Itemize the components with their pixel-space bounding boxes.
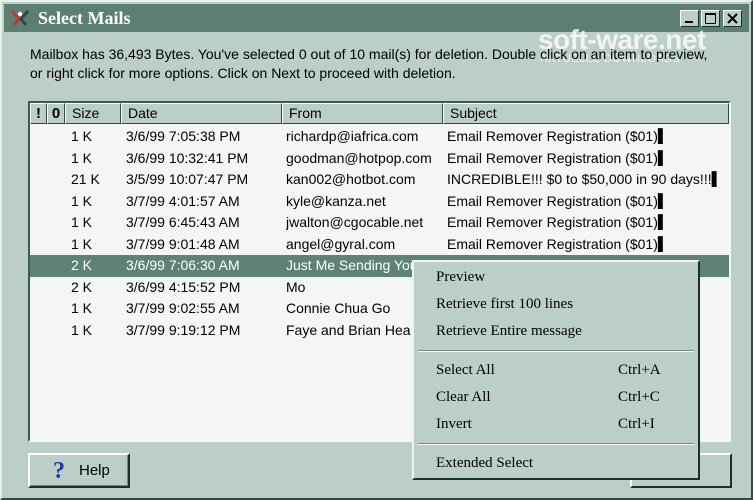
mail-row[interactable]: 1 K 3/6/99 7:05:38 PM richardp@iafrica.c… [30,126,729,148]
window-title: Select Mails [38,8,131,28]
mail-row[interactable]: 1 K 3/7/99 9:01:48 AM angel@gyral.com Em… [30,234,729,256]
mail-size: 1 K [71,321,93,338]
mail-date: 3/5/99 10:07:47 PM [126,171,249,187]
mail-subject: Email Remover Registration ($01)▌ [447,128,668,144]
close-icon [727,13,738,24]
mail-subject: Email Remover Registration ($01)▌ [447,149,668,166]
mail-subject: Email Remover Registration ($01)▌ [447,235,668,252]
mail-from: richardp@iafrica.com [286,128,419,144]
column-header-flag[interactable]: ! [30,103,47,124]
mail-size: 1 K [71,192,93,209]
mail-from: angel@gyral.com [286,235,396,252]
app-icon [10,10,30,26]
column-header-from[interactable]: From [282,103,443,124]
column-header-size[interactable]: Size [65,103,121,124]
mail-row[interactable]: 21 K 3/5/99 10:07:47 PM kan002@hotbot.co… [30,169,729,191]
mail-row[interactable]: 1 K 3/6/99 10:32:41 PM goodman@hotpop.co… [30,148,729,170]
menu-shortcut-invert: Ctrl+I [618,416,655,432]
select-mails-window: Select Mails soft-ware.net AKTUELLE DOWN… [0,0,753,500]
mail-subject: INCREDIBLE!!! $0 to $50,000 in 90 days!!… [447,171,722,187]
mail-date: 3/7/99 9:19:12 PM [126,321,241,338]
mail-date: 3/6/99 4:15:52 PM [126,278,241,295]
column-header-subject[interactable]: Subject [443,103,729,124]
menu-item-invert[interactable]: Invert [436,416,472,433]
mail-date: 3/7/99 9:02:55 AM [126,300,240,316]
mail-size: 1 K [71,149,93,166]
instructions-text: Mailbox has 36,493 Bytes. You've selecte… [30,45,745,83]
mail-date: 3/7/99 4:01:57 AM [126,192,240,209]
menu-shortcut-select-all: Ctrl+A [618,362,661,378]
mail-from: goodman@hotpop.com [286,149,432,166]
mail-date: 3/6/99 7:05:38 PM [126,128,241,144]
mail-from: jwalton@cgocable.net [286,214,424,230]
menu-shortcut-clear-all: Ctrl+C [618,389,660,405]
mail-row[interactable]: 1 K 3/7/99 6:45:43 AM jwalton@cgocable.n… [30,212,729,234]
instructions-line-2: or right click for more options. Click o… [30,65,456,81]
mail-from: kan002@hotbot.com [286,171,416,187]
menu-item-select-all[interactable]: Select All [436,362,495,379]
help-button-label: Help [79,462,110,479]
column-header-attachment[interactable]: 0 [47,103,65,124]
mail-size: 1 K [71,300,93,316]
menu-item-extended-select[interactable]: Extended Select [436,455,533,472]
question-mark-icon: ? [53,458,65,484]
mail-subject: Email Remover Registration ($01)▌ [447,214,668,230]
mail-date: 3/7/99 6:45:43 AM [126,214,240,230]
menu-separator [418,443,694,445]
mail-date: 3/6/99 7:06:30 AM [126,257,240,273]
column-header-date[interactable]: Date [121,103,282,124]
mail-size: 2 K [71,257,93,273]
menu-item-clear-all[interactable]: Clear All [436,389,491,406]
menu-item-preview[interactable]: Preview [436,269,485,286]
mail-from: kyle@kanza.net [286,192,386,209]
mail-size: 1 K [71,214,93,230]
mail-size: 1 K [71,128,93,144]
close-button[interactable] [723,10,742,27]
mail-subject: Email Remover Registration ($01)▌ [447,192,668,209]
mail-size: 21 K [71,171,100,187]
menu-separator [418,350,694,352]
mail-size: 2 K [71,278,93,295]
context-menu: Preview Retrieve first 100 lines Retriev… [412,260,700,480]
menu-item-retrieve-entire-message[interactable]: Retrieve Entire message [436,323,582,340]
instructions-line-1: Mailbox has 36,493 Bytes. You've selecte… [30,46,708,62]
mail-date: 3/7/99 9:01:48 AM [126,235,240,252]
mail-date: 3/6/99 10:32:41 PM [126,149,249,166]
mail-size: 1 K [71,235,93,252]
help-button[interactable]: ? Help [28,453,130,488]
menu-item-retrieve-first-lines[interactable]: Retrieve first 100 lines [436,296,573,313]
mail-row[interactable]: 1 K 3/7/99 4:01:57 AM kyle@kanza.net Ema… [30,191,729,213]
